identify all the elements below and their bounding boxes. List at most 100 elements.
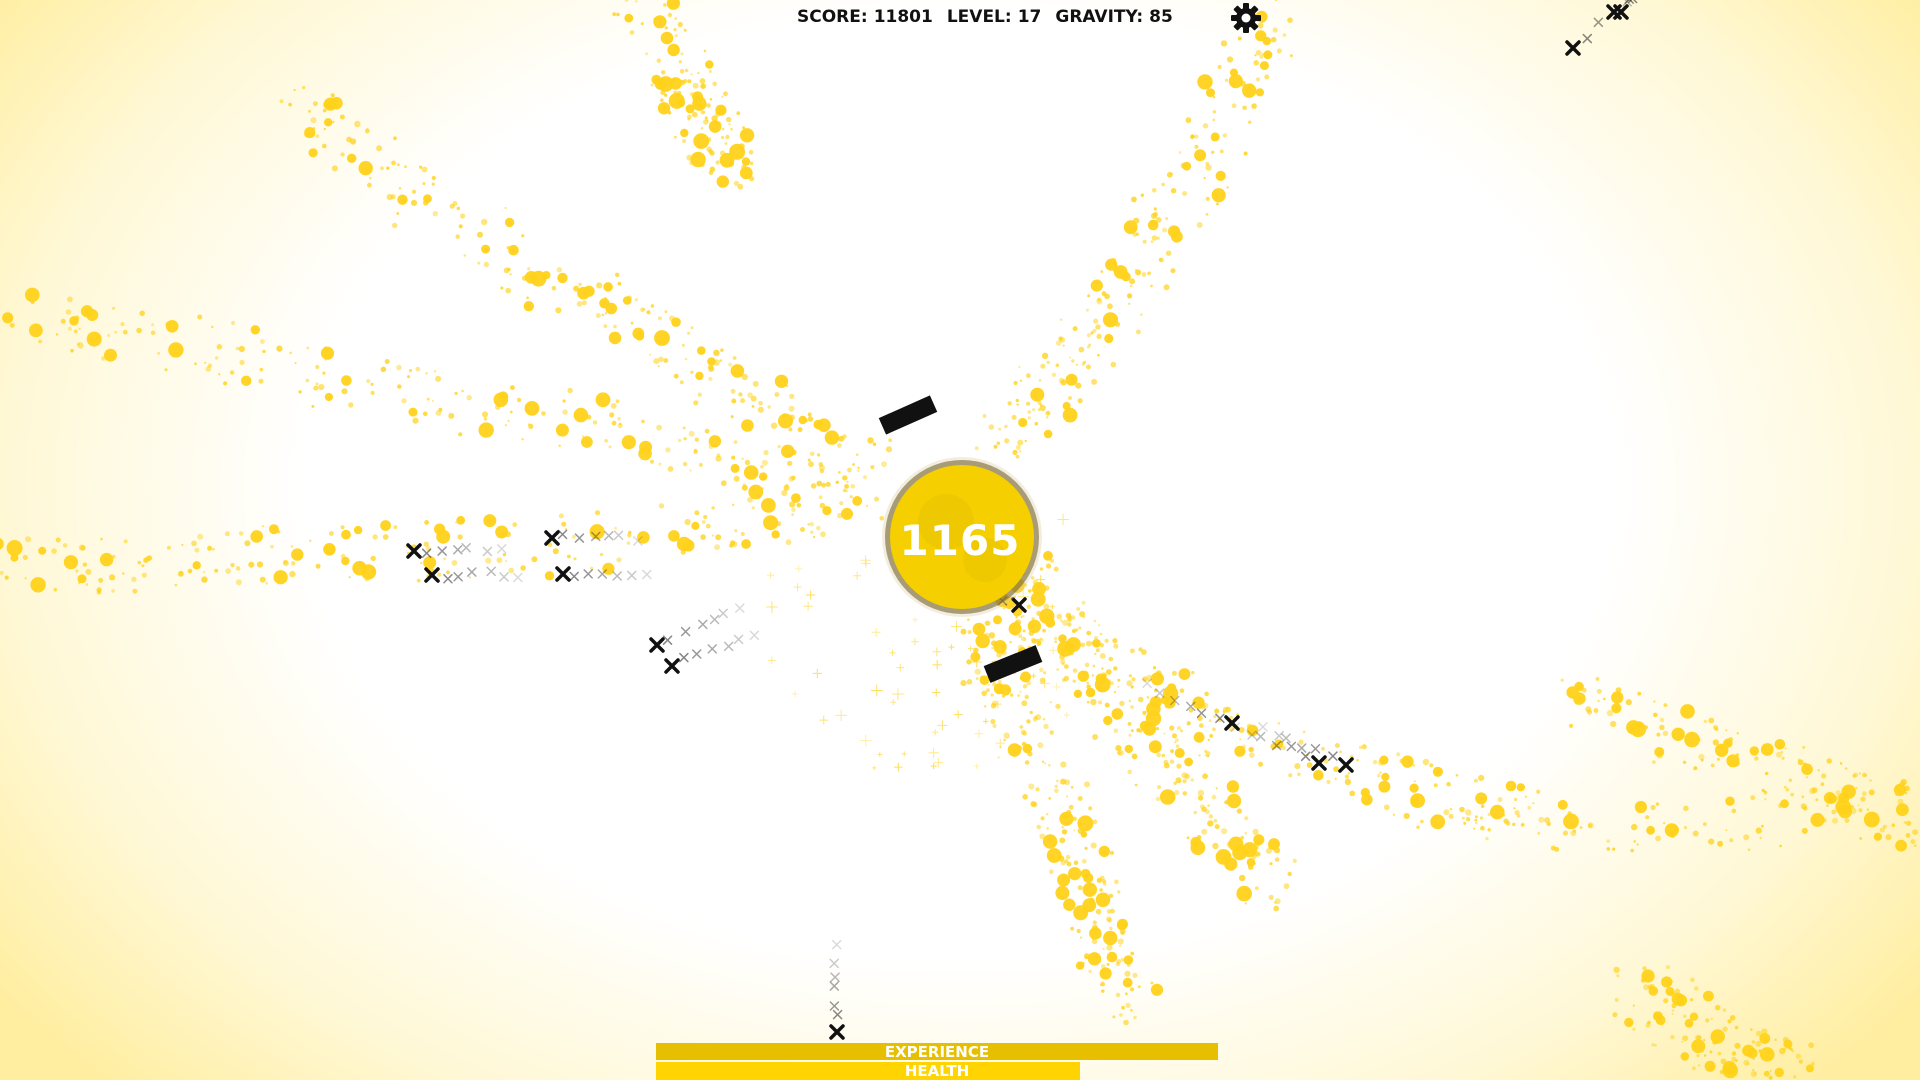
particle bbox=[1044, 585, 1050, 591]
particle bbox=[743, 465, 759, 480]
particle bbox=[194, 547, 200, 553]
particle bbox=[1150, 220, 1154, 225]
particle bbox=[1446, 781, 1451, 787]
particle bbox=[988, 424, 995, 430]
particle bbox=[431, 400, 434, 402]
settings-button[interactable] bbox=[1230, 2, 1262, 34]
particle bbox=[1106, 951, 1118, 963]
particle bbox=[146, 555, 153, 561]
particle bbox=[687, 114, 692, 120]
particle bbox=[797, 427, 803, 433]
particle bbox=[1815, 798, 1819, 802]
particle bbox=[736, 111, 741, 116]
particle bbox=[1159, 789, 1176, 805]
particle bbox=[1194, 144, 1199, 149]
particle bbox=[1376, 773, 1381, 778]
particle bbox=[744, 459, 751, 466]
particle bbox=[713, 349, 720, 356]
particle bbox=[1654, 1044, 1657, 1047]
particle bbox=[1666, 980, 1673, 986]
particle bbox=[748, 150, 754, 155]
particle bbox=[446, 570, 450, 575]
particle bbox=[1752, 1068, 1755, 1072]
particle bbox=[1716, 757, 1721, 761]
particle bbox=[1912, 829, 1918, 835]
particle bbox=[567, 387, 573, 394]
particle bbox=[1207, 755, 1210, 758]
particle bbox=[1026, 604, 1032, 609]
particle bbox=[1182, 191, 1188, 196]
particle bbox=[1113, 728, 1119, 733]
particle bbox=[239, 359, 245, 365]
particle bbox=[408, 407, 418, 417]
particle bbox=[1536, 789, 1541, 794]
particle bbox=[203, 570, 206, 574]
particle bbox=[197, 314, 203, 320]
particle bbox=[1036, 824, 1042, 830]
particle bbox=[1180, 162, 1187, 169]
particle bbox=[1108, 893, 1114, 898]
particle bbox=[695, 371, 704, 381]
particle bbox=[1018, 417, 1028, 428]
particle bbox=[1091, 641, 1095, 645]
particle bbox=[728, 362, 732, 367]
particle bbox=[1182, 779, 1187, 784]
particle bbox=[870, 465, 875, 470]
particle bbox=[310, 117, 317, 124]
particle bbox=[1710, 1017, 1713, 1020]
particle bbox=[1674, 988, 1681, 995]
particle bbox=[732, 503, 735, 506]
particle bbox=[1683, 826, 1688, 830]
particle bbox=[1061, 648, 1066, 653]
particle bbox=[715, 160, 720, 165]
particle bbox=[693, 400, 699, 406]
particle bbox=[1029, 710, 1033, 715]
particle bbox=[6, 540, 23, 556]
particle bbox=[1239, 874, 1246, 882]
particle bbox=[1165, 250, 1172, 256]
particle bbox=[1478, 774, 1485, 782]
particle bbox=[700, 162, 705, 167]
particle bbox=[1095, 673, 1107, 684]
particle bbox=[612, 12, 617, 17]
particle bbox=[1007, 401, 1012, 406]
particle bbox=[270, 544, 274, 549]
particle bbox=[1089, 690, 1095, 697]
particle bbox=[1443, 809, 1450, 816]
particle bbox=[679, 380, 684, 385]
particle bbox=[807, 458, 811, 462]
particle bbox=[1059, 654, 1065, 660]
enemy bbox=[1613, 0, 1638, 20]
particle bbox=[1465, 809, 1472, 816]
sparkle bbox=[1052, 683, 1061, 691]
particle bbox=[1055, 703, 1061, 710]
particle bbox=[1654, 747, 1665, 757]
particle bbox=[771, 530, 780, 539]
particle bbox=[288, 102, 292, 107]
sparkle bbox=[974, 729, 984, 739]
particle bbox=[656, 424, 662, 431]
particle bbox=[681, 343, 685, 347]
particle bbox=[256, 561, 264, 568]
particle bbox=[691, 521, 700, 531]
particle bbox=[1524, 795, 1528, 798]
particle bbox=[674, 34, 678, 38]
particle bbox=[1694, 737, 1697, 741]
particle bbox=[1081, 961, 1085, 965]
particle bbox=[1811, 1061, 1815, 1066]
particle bbox=[1729, 838, 1734, 843]
particle bbox=[1055, 363, 1060, 368]
particle bbox=[1215, 202, 1219, 206]
particle bbox=[785, 539, 792, 546]
particle bbox=[671, 317, 681, 328]
particle bbox=[1264, 54, 1268, 58]
particle bbox=[677, 21, 683, 28]
particle bbox=[1051, 372, 1057, 377]
sparkle bbox=[859, 734, 872, 747]
particle bbox=[614, 526, 617, 530]
particle bbox=[1036, 640, 1042, 646]
particle bbox=[605, 302, 618, 315]
particle bbox=[1061, 829, 1068, 835]
particle bbox=[1065, 854, 1071, 860]
particle bbox=[881, 461, 887, 468]
